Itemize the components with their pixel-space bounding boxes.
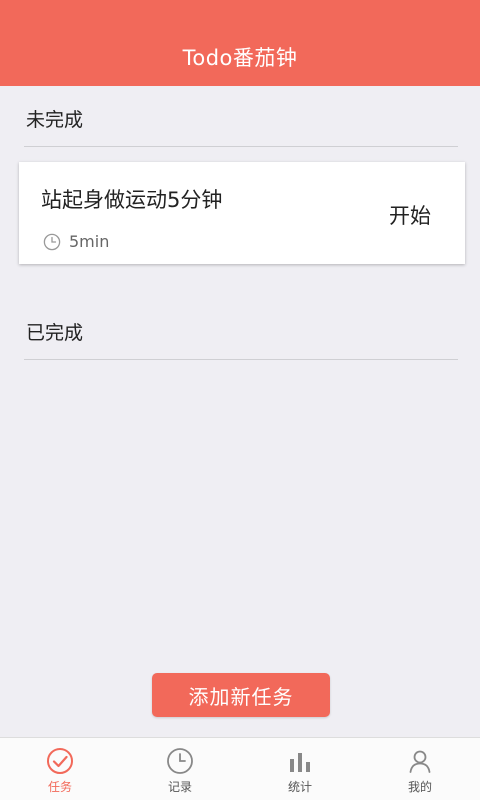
divider-finished xyxy=(24,359,458,360)
tab-label-tasks: 任务 xyxy=(47,780,72,794)
section-label-unfinished: 未完成 xyxy=(26,109,84,131)
tab-label-stats: 统计 xyxy=(287,780,312,794)
tab-bar: 任务 记录 统计 我的 xyxy=(0,737,480,800)
section-label-finished: 已完成 xyxy=(26,322,84,344)
task-title: 站起身做运动5分钟 xyxy=(41,188,223,212)
clock-icon xyxy=(167,748,193,774)
tab-tasks[interactable]: 任务 xyxy=(0,738,120,800)
start-button[interactable]: 开始 xyxy=(389,200,431,230)
tab-profile[interactable]: 我的 xyxy=(360,738,480,800)
add-task-button[interactable]: 添加新任务 xyxy=(152,673,330,717)
page-title: Todo番茄钟 xyxy=(182,46,298,70)
clock-icon xyxy=(43,233,61,250)
divider-unfinished xyxy=(24,146,458,147)
tab-label-profile: 我的 xyxy=(407,780,432,794)
tab-label-records: 记录 xyxy=(167,780,192,794)
check-circle-icon xyxy=(47,748,73,774)
task-card[interactable]: 站起身做运动5分钟 5min 开始 xyxy=(19,162,465,264)
tab-stats[interactable]: 统计 xyxy=(240,738,360,800)
bar-chart-icon xyxy=(290,753,310,772)
task-duration: 5min xyxy=(43,232,109,251)
task-duration-text: 5min xyxy=(69,232,110,251)
tab-records[interactable]: 记录 xyxy=(120,738,240,800)
user-icon xyxy=(409,750,431,773)
app-header: Todo番茄钟 xyxy=(0,0,480,86)
